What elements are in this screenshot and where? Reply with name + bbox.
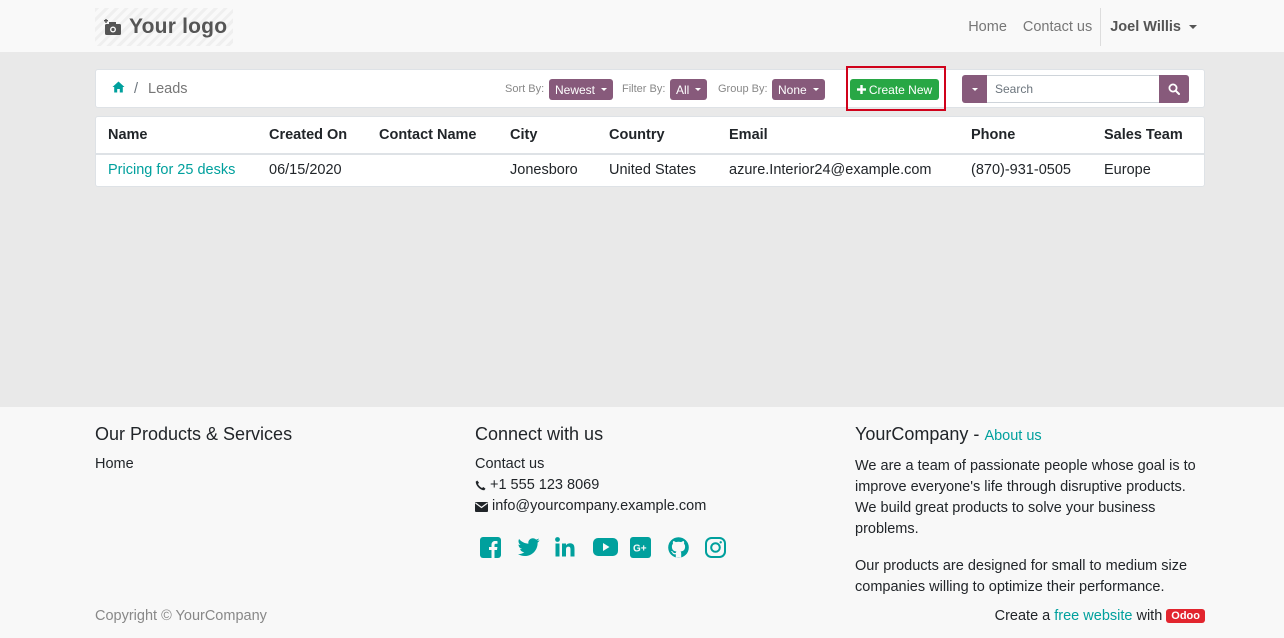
search-input[interactable] [987,75,1159,103]
cell-sales-team: Europe [1104,162,1151,178]
nav-links: Home Contact us Joel Willis [960,0,1284,53]
social-icons: G+ [480,535,743,559]
linkedin-icon[interactable] [555,535,593,559]
col-header-name: Name [108,127,148,143]
cell-country: United States [609,162,697,178]
phone-number: +1 555 123 8069 [490,477,600,493]
filter-value: All [676,82,690,97]
about-paragraph-2: Our products are designed for small to m… [855,558,1188,595]
company-heading: YourCompany - About us [855,424,1205,446]
footer-about: YourCompany - About us We are a team of … [855,424,1205,598]
twitter-icon[interactable] [517,535,556,559]
free-website-link[interactable]: free website [1054,608,1132,624]
footer-products: Our Products & Services Home [95,424,292,475]
logo[interactable]: Your logo [95,8,233,46]
about-us-link[interactable]: About us [984,428,1041,444]
email-address: info@yourcompany.example.com [492,498,707,514]
search-options-dropdown[interactable] [962,75,987,103]
col-header-country: Country [609,127,665,143]
caret-down-icon [695,88,702,91]
envelope-icon [475,501,492,512]
caret-down-icon [601,88,608,91]
filter-dropdown[interactable]: All [670,79,708,100]
sort-label: Sort By: [505,83,545,95]
create-new-label: Create New [868,82,933,97]
create-new-button[interactable]: Create New [850,79,939,100]
user-menu[interactable]: Joel Willis [1100,7,1197,46]
main-content: / Leads Sort By: Newest Filter By: All G… [0,53,1284,407]
col-header-sales-team: Sales Team [1104,127,1183,143]
nav-home[interactable]: Home [960,19,1015,35]
col-header-contact-name: Contact Name [379,127,477,143]
breadcrumb-separator: / [134,80,139,97]
col-header-created-on: Created On [269,127,348,143]
phone-icon [475,480,490,491]
company-name: YourCompany [855,424,969,444]
svg-text:G+: G+ [633,543,647,554]
breadcrumb: / Leads [112,70,188,107]
plus-icon [856,85,866,94]
footer-contact-link[interactable]: Contact us [475,454,743,475]
leads-table: Name Created On Contact Name City Countr… [95,116,1205,187]
youtube-icon[interactable] [592,535,631,559]
powered-mid: with [1136,608,1163,624]
search-group [962,75,1189,103]
search-icon [1168,83,1180,95]
heading-separator: - [973,424,980,444]
caret-down-icon [1189,24,1197,29]
home-icon[interactable] [112,81,125,97]
cell-created-on: 06/15/2020 [269,162,342,178]
facebook-icon[interactable] [480,535,518,559]
col-header-phone: Phone [971,127,1016,143]
cell-email: azure.Interior24@example.com [729,162,932,178]
footer: Our Products & Services Home Connect wit… [0,407,1284,638]
sort-value: Newest [555,82,596,97]
search-button[interactable] [1159,75,1189,103]
group-label: Group By: [718,83,768,95]
powered-by: Create a free website with Odoo [995,608,1205,624]
footer-connect: Connect with us Contact us +1 555 123 80… [475,424,743,559]
header-divider [96,153,1204,155]
connect-title: Connect with us [475,424,604,444]
filter-label: Filter By: [622,83,666,95]
user-name: Joel Willis [1110,18,1181,35]
top-navbar: Your logo Home Contact us Joel Willis [0,0,1284,53]
footer-phone: +1 555 123 8069 [475,475,743,496]
instagram-icon[interactable] [705,535,743,559]
caret-down-icon [971,87,978,91]
col-header-city: City [510,127,538,143]
github-icon[interactable] [667,535,706,559]
camera-icon [103,17,123,37]
sort-dropdown[interactable]: Newest [549,79,614,100]
powered-prefix: Create a [994,608,1051,624]
cell-phone: (870)-931-0505 [971,162,1071,178]
group-value: None [778,82,807,97]
breadcrumb-current: Leads [148,80,188,97]
lead-name-link[interactable]: Pricing for 25 desks [108,162,235,178]
group-dropdown[interactable]: None [772,79,825,100]
leads-toolbar: / Leads Sort By: Newest Filter By: All G… [95,66,1205,111]
caret-down-icon [812,88,819,91]
copyright: Copyright © YourCompany [95,608,267,624]
nav-contact-us[interactable]: Contact us [1015,19,1100,35]
col-header-email: Email [729,127,768,143]
footer-email: info@yourcompany.example.com [475,496,743,517]
odoo-badge[interactable]: Odoo [1166,609,1205,623]
products-title: Our Products & Services [95,424,293,444]
footer-home-link[interactable]: Home [95,454,292,475]
about-paragraph-1: We are a team of passionate people whose… [855,458,1196,537]
cell-city: Jonesboro [510,162,578,178]
logo-text: Your logo [129,15,228,38]
google-plus-icon[interactable]: G+ [630,535,668,559]
